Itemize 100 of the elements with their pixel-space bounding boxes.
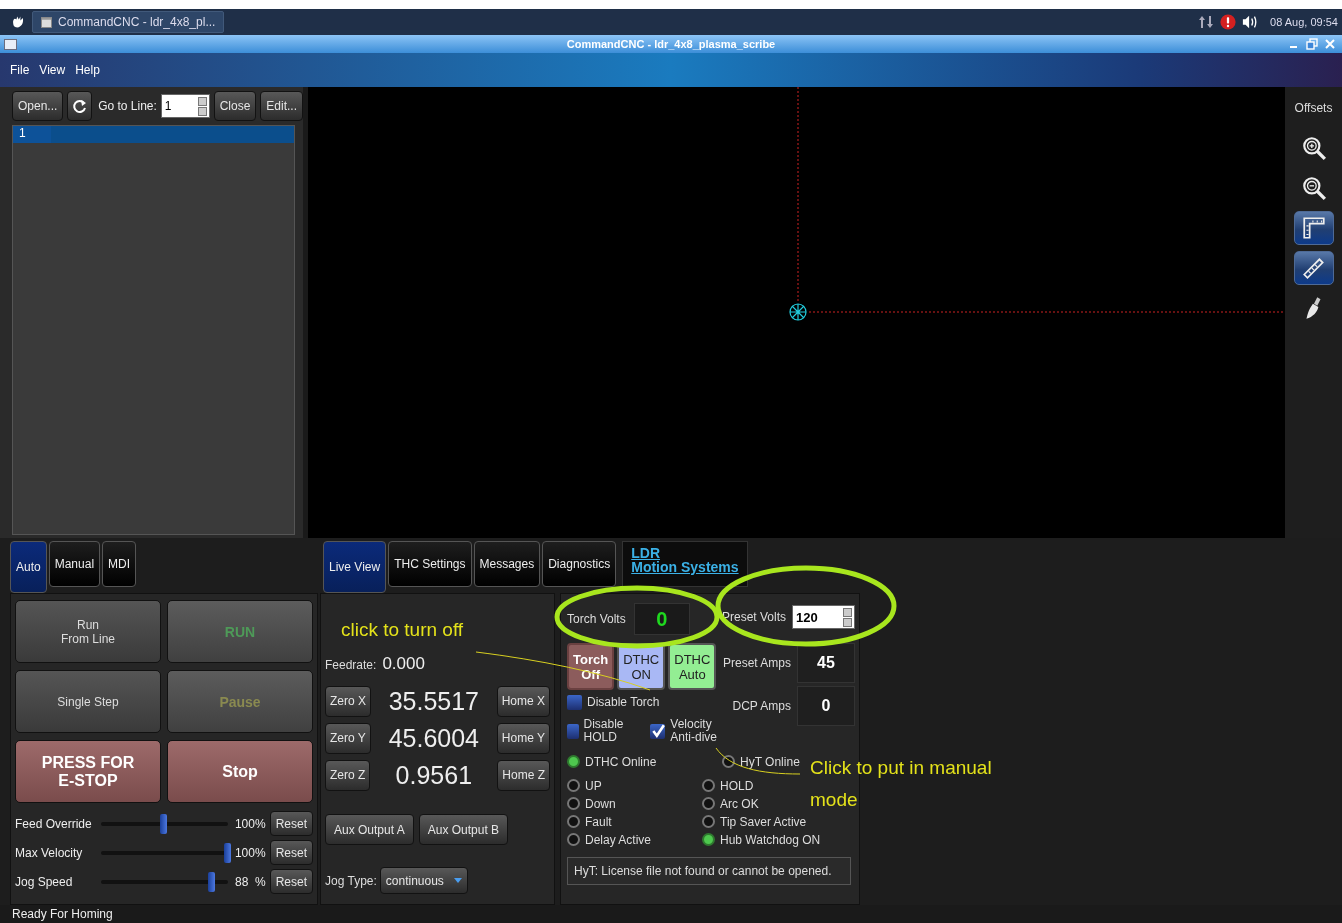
torch-volts-label: Torch Volts [567, 612, 626, 626]
mode-tab[interactable]: MDI [102, 541, 137, 587]
reset-button[interactable]: Reset [269, 811, 313, 836]
menu-item[interactable]: Help [75, 63, 100, 77]
slider-label: Feed Override [15, 816, 93, 831]
annotation-text: Click to put in manual mode [810, 756, 993, 812]
checkbox[interactable] [567, 695, 582, 710]
restore-icon[interactable] [1304, 36, 1320, 52]
jog-type-label: Jog Type: [325, 873, 377, 888]
menu-item[interactable]: File [10, 63, 30, 77]
status-label: Arc OK [720, 796, 759, 811]
status-label: Hub Watchdog ON [720, 832, 821, 847]
control-button[interactable]: Stop [167, 740, 313, 803]
home-button[interactable]: Home Y [496, 722, 550, 754]
slider[interactable] [101, 842, 228, 863]
annotation-text: click to turn off [341, 619, 464, 641]
jog-type-dropdown[interactable]: continuous [379, 867, 468, 894]
axis-position: 45.6004 [387, 723, 480, 753]
control-button[interactable]: Single Step [15, 670, 161, 733]
home-button[interactable]: Home Z [497, 759, 550, 791]
preset-volts-field[interactable]: 120 [792, 605, 855, 629]
slider-reading: 88 % [233, 874, 266, 889]
slider-thumb[interactable] [160, 813, 168, 834]
checkbox-label: Disable Torch [587, 696, 660, 709]
field-label: DCP Amps [732, 699, 791, 713]
reload-button[interactable] [67, 91, 93, 121]
thc-button[interactable]: DTHC Auto [668, 643, 717, 690]
slider-thumb[interactable] [223, 842, 231, 863]
slider[interactable] [101, 871, 228, 892]
menu-item[interactable]: View [39, 63, 66, 77]
view-tab[interactable]: Messages [473, 541, 541, 587]
caret-icon [453, 878, 462, 883]
zero-button[interactable]: Zero X [325, 685, 371, 717]
home-button[interactable]: Home X [496, 685, 550, 717]
readout-value: 0 [797, 686, 855, 726]
status-label: Fault [585, 814, 612, 829]
hand-logo-icon[interactable] [10, 14, 26, 30]
feedrate-label: Feedrate: [325, 658, 377, 672]
zoom-out-icon [1300, 175, 1327, 201]
view-tab[interactable]: THC Settings [388, 541, 472, 587]
checkbox[interactable] [567, 723, 579, 739]
window-icon [41, 16, 52, 28]
message-box: HyT: License file not found or cannot be opened. [567, 857, 851, 885]
reload-icon [71, 98, 88, 114]
status-label: Tip Saver Active [720, 814, 807, 829]
ruler-button[interactable] [1293, 211, 1334, 245]
status-label: UP [585, 778, 602, 793]
zero-button[interactable]: Zero Y [325, 722, 371, 754]
control-button[interactable]: PRESS FOR E-STOP [15, 740, 161, 803]
close-button[interactable]: Close [213, 91, 257, 121]
status-label: HOLD [720, 778, 754, 793]
checkbox-label: Velocity Anti-dive [670, 718, 717, 744]
mode-tab[interactable]: Auto [10, 541, 47, 593]
goto-line-field[interactable]: 1 [160, 94, 210, 118]
crosshair-icon [789, 303, 807, 321]
status-label: Delay Active [585, 832, 652, 847]
torch-volts-value: 0 [633, 603, 690, 635]
reset-button[interactable]: Reset [269, 840, 313, 865]
reset-button[interactable]: Reset [269, 869, 313, 894]
slider-reading: 100% [233, 816, 266, 831]
slider-label: Jog Speed [15, 874, 74, 889]
slider-reading: 100% [233, 845, 266, 860]
measuring-tape-icon [1300, 255, 1327, 281]
readout-value: 45 [797, 643, 855, 683]
feedrate-value: 0.000 [382, 654, 425, 674]
taskbar-task[interactable]: CommandCNC - ldr_4x8_pl... [32, 11, 225, 33]
thc-button[interactable]: Torch Off [567, 643, 615, 690]
mode-tab[interactable]: Manual [48, 541, 101, 587]
window-icon [4, 38, 17, 50]
measure-button[interactable] [1293, 251, 1334, 285]
slider-thumb[interactable] [208, 871, 216, 892]
speaker-icon[interactable] [1242, 14, 1259, 30]
control-button[interactable]: Run From Line [15, 600, 161, 663]
network-arrows-icon[interactable] [1198, 14, 1215, 30]
status-label: HyT Online [740, 754, 800, 769]
checkbox-label: Disable HOLD [583, 718, 625, 744]
line-number: 1 [13, 126, 51, 143]
slider-label: Max Velocity [15, 845, 84, 860]
clock: 08 Aug, 09:54 [1270, 16, 1338, 28]
logo: LDR Motion Systems [622, 541, 748, 587]
alert-icon[interactable] [1220, 14, 1237, 30]
slider[interactable] [101, 813, 228, 834]
checkbox[interactable] [650, 723, 666, 739]
window-title: CommandCNC - ldr_4x8_plasma_scribe [565, 38, 777, 50]
field-label: Preset Amps [722, 656, 791, 670]
ruler-icon [1300, 215, 1327, 241]
goto-line-label: Go to Line: [98, 99, 157, 113]
aux-output-button[interactable]: Aux Output B [418, 814, 509, 845]
edit-button[interactable]: Edit... [260, 91, 303, 121]
offsets-label[interactable]: Offsets [1294, 101, 1333, 115]
axis-position: 0.9561 [394, 760, 474, 790]
status-label: Down [585, 796, 616, 811]
aux-output-button[interactable]: Aux Output A [325, 814, 414, 845]
zoom-in-icon [1300, 135, 1327, 161]
view-tab[interactable]: Diagnostics [542, 541, 617, 587]
open-button[interactable]: Open... [12, 91, 64, 121]
view-tab[interactable]: Live View [323, 541, 387, 593]
axis-position: 35.5517 [387, 686, 480, 716]
zero-button[interactable]: Zero Z [325, 759, 371, 791]
status-label: DTHC Online [585, 754, 657, 769]
